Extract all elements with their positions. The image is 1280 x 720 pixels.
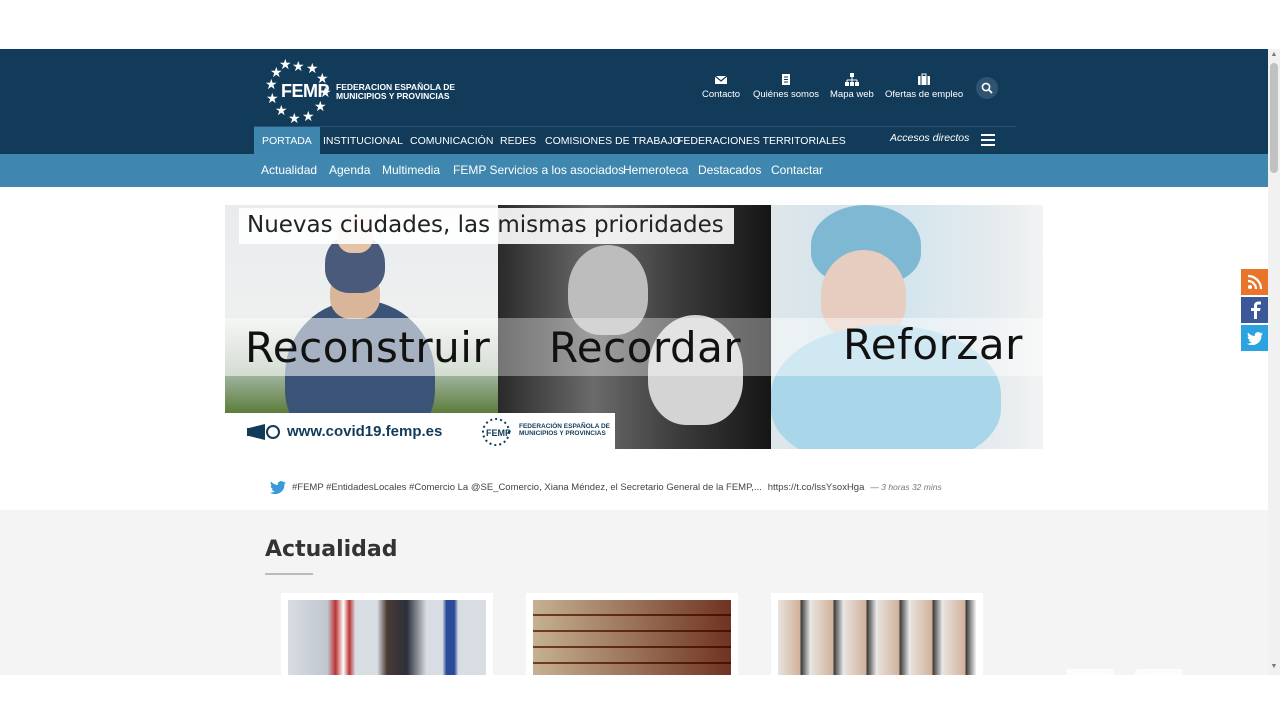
search-button[interactable] bbox=[976, 77, 998, 99]
page-scrollbar[interactable]: ▲ ▼ bbox=[1268, 49, 1280, 675]
nav-portada[interactable]: PORTADA bbox=[254, 127, 320, 155]
quienes-somos-link[interactable]: Quiénes somos bbox=[753, 73, 819, 100]
nav-federaciones[interactable]: FEDERACIONES TERRITORIALES bbox=[669, 127, 854, 155]
site-header: ★ ★ ★ ★ ★ ★ ★ ★ ★ ★ ★ ★ FEMP FEDERACION … bbox=[0, 49, 1268, 155]
tvt-watermark: TVT bbox=[1066, 654, 1183, 675]
word-recordar: Recordar bbox=[549, 323, 742, 372]
briefcase-icon bbox=[918, 73, 931, 85]
news-card-image[interactable] bbox=[778, 600, 976, 675]
twitter-bird-icon bbox=[270, 480, 286, 494]
accesos-directos-label[interactable]: Accesos directos bbox=[890, 132, 969, 144]
news-card[interactable] bbox=[526, 593, 738, 675]
facebook-button[interactable] bbox=[1241, 297, 1268, 323]
news-card[interactable] bbox=[771, 593, 983, 675]
word-reforzar: Reforzar bbox=[843, 320, 1023, 369]
scroll-up-arrow-icon[interactable]: ▲ bbox=[1270, 51, 1278, 59]
browser-viewport: ★ ★ ★ ★ ★ ★ ★ ★ ★ ★ ★ ★ FEMP FEDERACION … bbox=[0, 0, 1280, 720]
logo-text: FEMP bbox=[281, 81, 330, 101]
svg-text:★: ★ bbox=[302, 108, 315, 124]
news-card-image[interactable] bbox=[533, 600, 731, 675]
nav-institucional[interactable]: INSTITUCIONAL bbox=[315, 127, 411, 155]
nav-comunicacion[interactable]: COMUNICACIÓN bbox=[402, 127, 501, 155]
hamburger-menu-icon[interactable] bbox=[981, 134, 995, 146]
tweet-time: — 3 horas 32 mins bbox=[870, 482, 942, 492]
subnav-actualidad[interactable]: Actualidad bbox=[261, 154, 317, 187]
ofertas-empleo-link[interactable]: Ofertas de empleo bbox=[885, 73, 963, 100]
nav-comisiones[interactable]: COMISIONES DE TRABAJO bbox=[537, 127, 689, 155]
twitter-button[interactable] bbox=[1241, 325, 1268, 351]
twitter-icon bbox=[1246, 331, 1263, 345]
subnav-hemeroteca[interactable]: Hemeroteca bbox=[623, 154, 688, 187]
banner-panel-reforzar: Reforzar bbox=[771, 205, 1043, 449]
covid-logo-name: FEDERACIÓN ESPAÑOLA DE MUNICIPIOS Y PROV… bbox=[519, 423, 611, 437]
svg-text:★: ★ bbox=[292, 58, 305, 74]
facebook-icon bbox=[1250, 301, 1261, 319]
envelope-icon bbox=[714, 75, 728, 84]
subnav-contactar[interactable]: Contactar bbox=[771, 154, 823, 187]
banner-headline: Nuevas ciudades, las mismas prioridades bbox=[239, 208, 734, 244]
sitemap-icon bbox=[844, 73, 859, 86]
actualidad-section: Actualidad bbox=[0, 510, 1268, 675]
tweet-link[interactable]: https://t.co/lssYsoxHga bbox=[768, 482, 865, 493]
secondary-navigation: Actualidad Agenda Multimedia FEMP Servic… bbox=[0, 154, 1268, 187]
document-icon bbox=[782, 74, 790, 85]
femp-small-logo-icon: FEMP bbox=[482, 418, 511, 446]
covid-banner[interactable]: Reconstruir Recordar Reforzar Nuevas ciu… bbox=[225, 205, 1043, 449]
section-title: Actualidad bbox=[265, 537, 398, 562]
word-reconstruir: Reconstruir bbox=[245, 323, 491, 372]
rss-button[interactable] bbox=[1241, 269, 1268, 295]
news-card-image[interactable] bbox=[288, 600, 486, 675]
covid-url-bar[interactable]: www.covid19.femp.es FEMP FEDERACIÓN ESPA… bbox=[225, 413, 615, 449]
femp-logo[interactable]: ★ ★ ★ ★ ★ ★ ★ ★ ★ ★ ★ ★ FEMP FEDERACION … bbox=[264, 55, 456, 125]
contacto-link[interactable]: Contacto bbox=[702, 73, 740, 100]
subnav-multimedia[interactable]: Multimedia bbox=[382, 154, 440, 187]
svg-text:★: ★ bbox=[266, 90, 279, 106]
subnav-servicios[interactable]: FEMP Servicios a los asociados bbox=[453, 154, 624, 187]
megaphone-icon bbox=[247, 424, 280, 440]
svg-text:★: ★ bbox=[288, 110, 301, 125]
covid-url[interactable]: www.covid19.femp.es bbox=[287, 423, 442, 440]
latest-tweet: #FEMP #EntidadesLocales #Comercio La @SE… bbox=[270, 479, 942, 495]
tweet-text: #FEMP #EntidadesLocales #Comercio La @SE… bbox=[292, 481, 762, 493]
mapa-web-link[interactable]: Mapa web bbox=[830, 73, 874, 100]
news-card[interactable] bbox=[281, 593, 493, 675]
svg-text:FEMP: FEMP bbox=[486, 428, 511, 438]
search-icon bbox=[981, 82, 993, 94]
scroll-thumb[interactable] bbox=[1270, 63, 1278, 173]
scroll-down-arrow-icon[interactable]: ▼ bbox=[1270, 663, 1278, 671]
web-page: ★ ★ ★ ★ ★ ★ ★ ★ ★ ★ ★ ★ FEMP FEDERACION … bbox=[0, 49, 1268, 675]
svg-text:★: ★ bbox=[279, 56, 292, 72]
subnav-destacados[interactable]: Destacados bbox=[698, 154, 761, 187]
rss-icon bbox=[1247, 274, 1262, 290]
subnav-agenda[interactable]: Agenda bbox=[329, 154, 370, 187]
org-name: FEDERACION ESPAÑOLA DE MUNICIPIOS Y PROV… bbox=[336, 82, 456, 101]
title-underline bbox=[265, 573, 313, 575]
